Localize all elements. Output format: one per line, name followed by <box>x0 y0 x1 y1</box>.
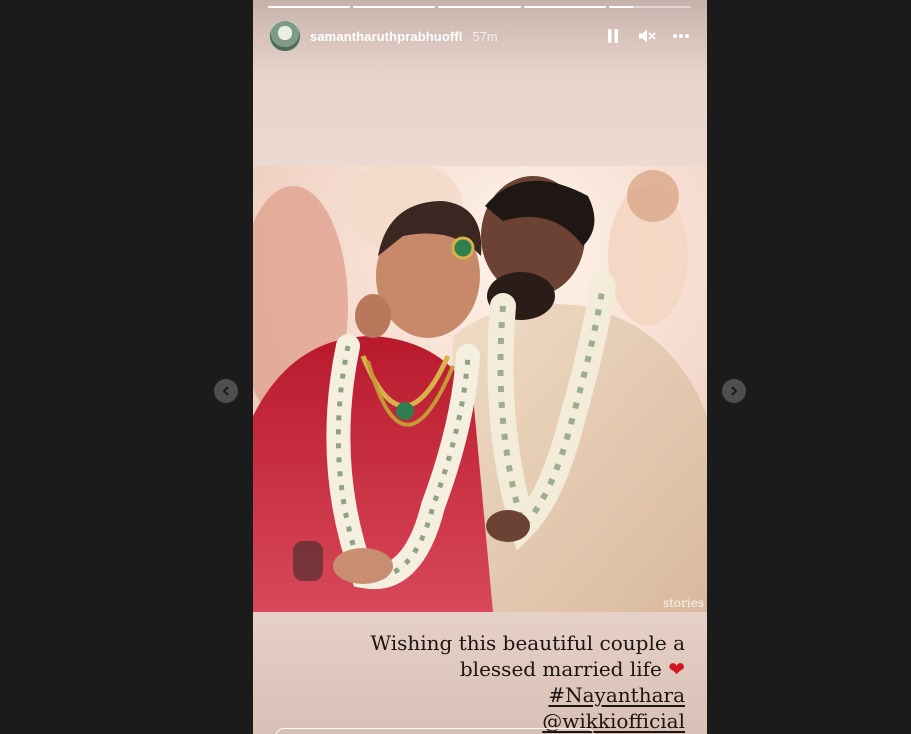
pause-button[interactable] <box>603 26 623 46</box>
more-options-icon <box>673 34 689 38</box>
pause-icon <box>608 29 618 43</box>
story-caption: Wishing this beautiful couple a blessed … <box>265 630 685 734</box>
caption-text: blessed married life <box>459 657 662 681</box>
previous-story-button[interactable] <box>214 379 238 403</box>
story-progress-bar <box>268 6 692 8</box>
wedding-couple-image <box>253 166 707 612</box>
muted-speaker-icon <box>639 29 656 43</box>
chevron-right-icon <box>731 386 737 396</box>
progress-segment <box>268 6 351 8</box>
avatar[interactable] <box>269 20 301 52</box>
more-options-button[interactable] <box>671 26 691 46</box>
next-story-button[interactable] <box>722 379 746 403</box>
photo-watermark: stories <box>662 596 704 610</box>
story-header: samantharuthprabhuoffl 57m <box>269 20 691 52</box>
progress-segment <box>353 6 436 8</box>
caption-line: blessed married life ❤ <box>265 656 685 682</box>
reply-input[interactable] <box>275 728 595 734</box>
username-link[interactable]: samantharuthprabhuoffl <box>310 29 462 44</box>
story-controls <box>603 26 691 46</box>
mute-button[interactable] <box>637 26 657 46</box>
story-photo: stories <box>253 166 707 612</box>
progress-segment <box>608 6 692 8</box>
hashtag-text: #Nayanthara <box>548 683 685 707</box>
story-viewer[interactable]: samantharuthprabhuoffl 57m stories Wishi… <box>253 0 707 734</box>
caption-line: Wishing this beautiful couple a <box>370 631 685 655</box>
progress-segment <box>438 6 521 8</box>
progress-segment <box>523 6 606 8</box>
story-timestamp: 57m <box>472 28 498 44</box>
hashtag-link[interactable]: #Nayanthara <box>265 682 685 708</box>
chevron-left-icon <box>223 386 229 396</box>
heart-emoji: ❤ <box>668 657 685 681</box>
